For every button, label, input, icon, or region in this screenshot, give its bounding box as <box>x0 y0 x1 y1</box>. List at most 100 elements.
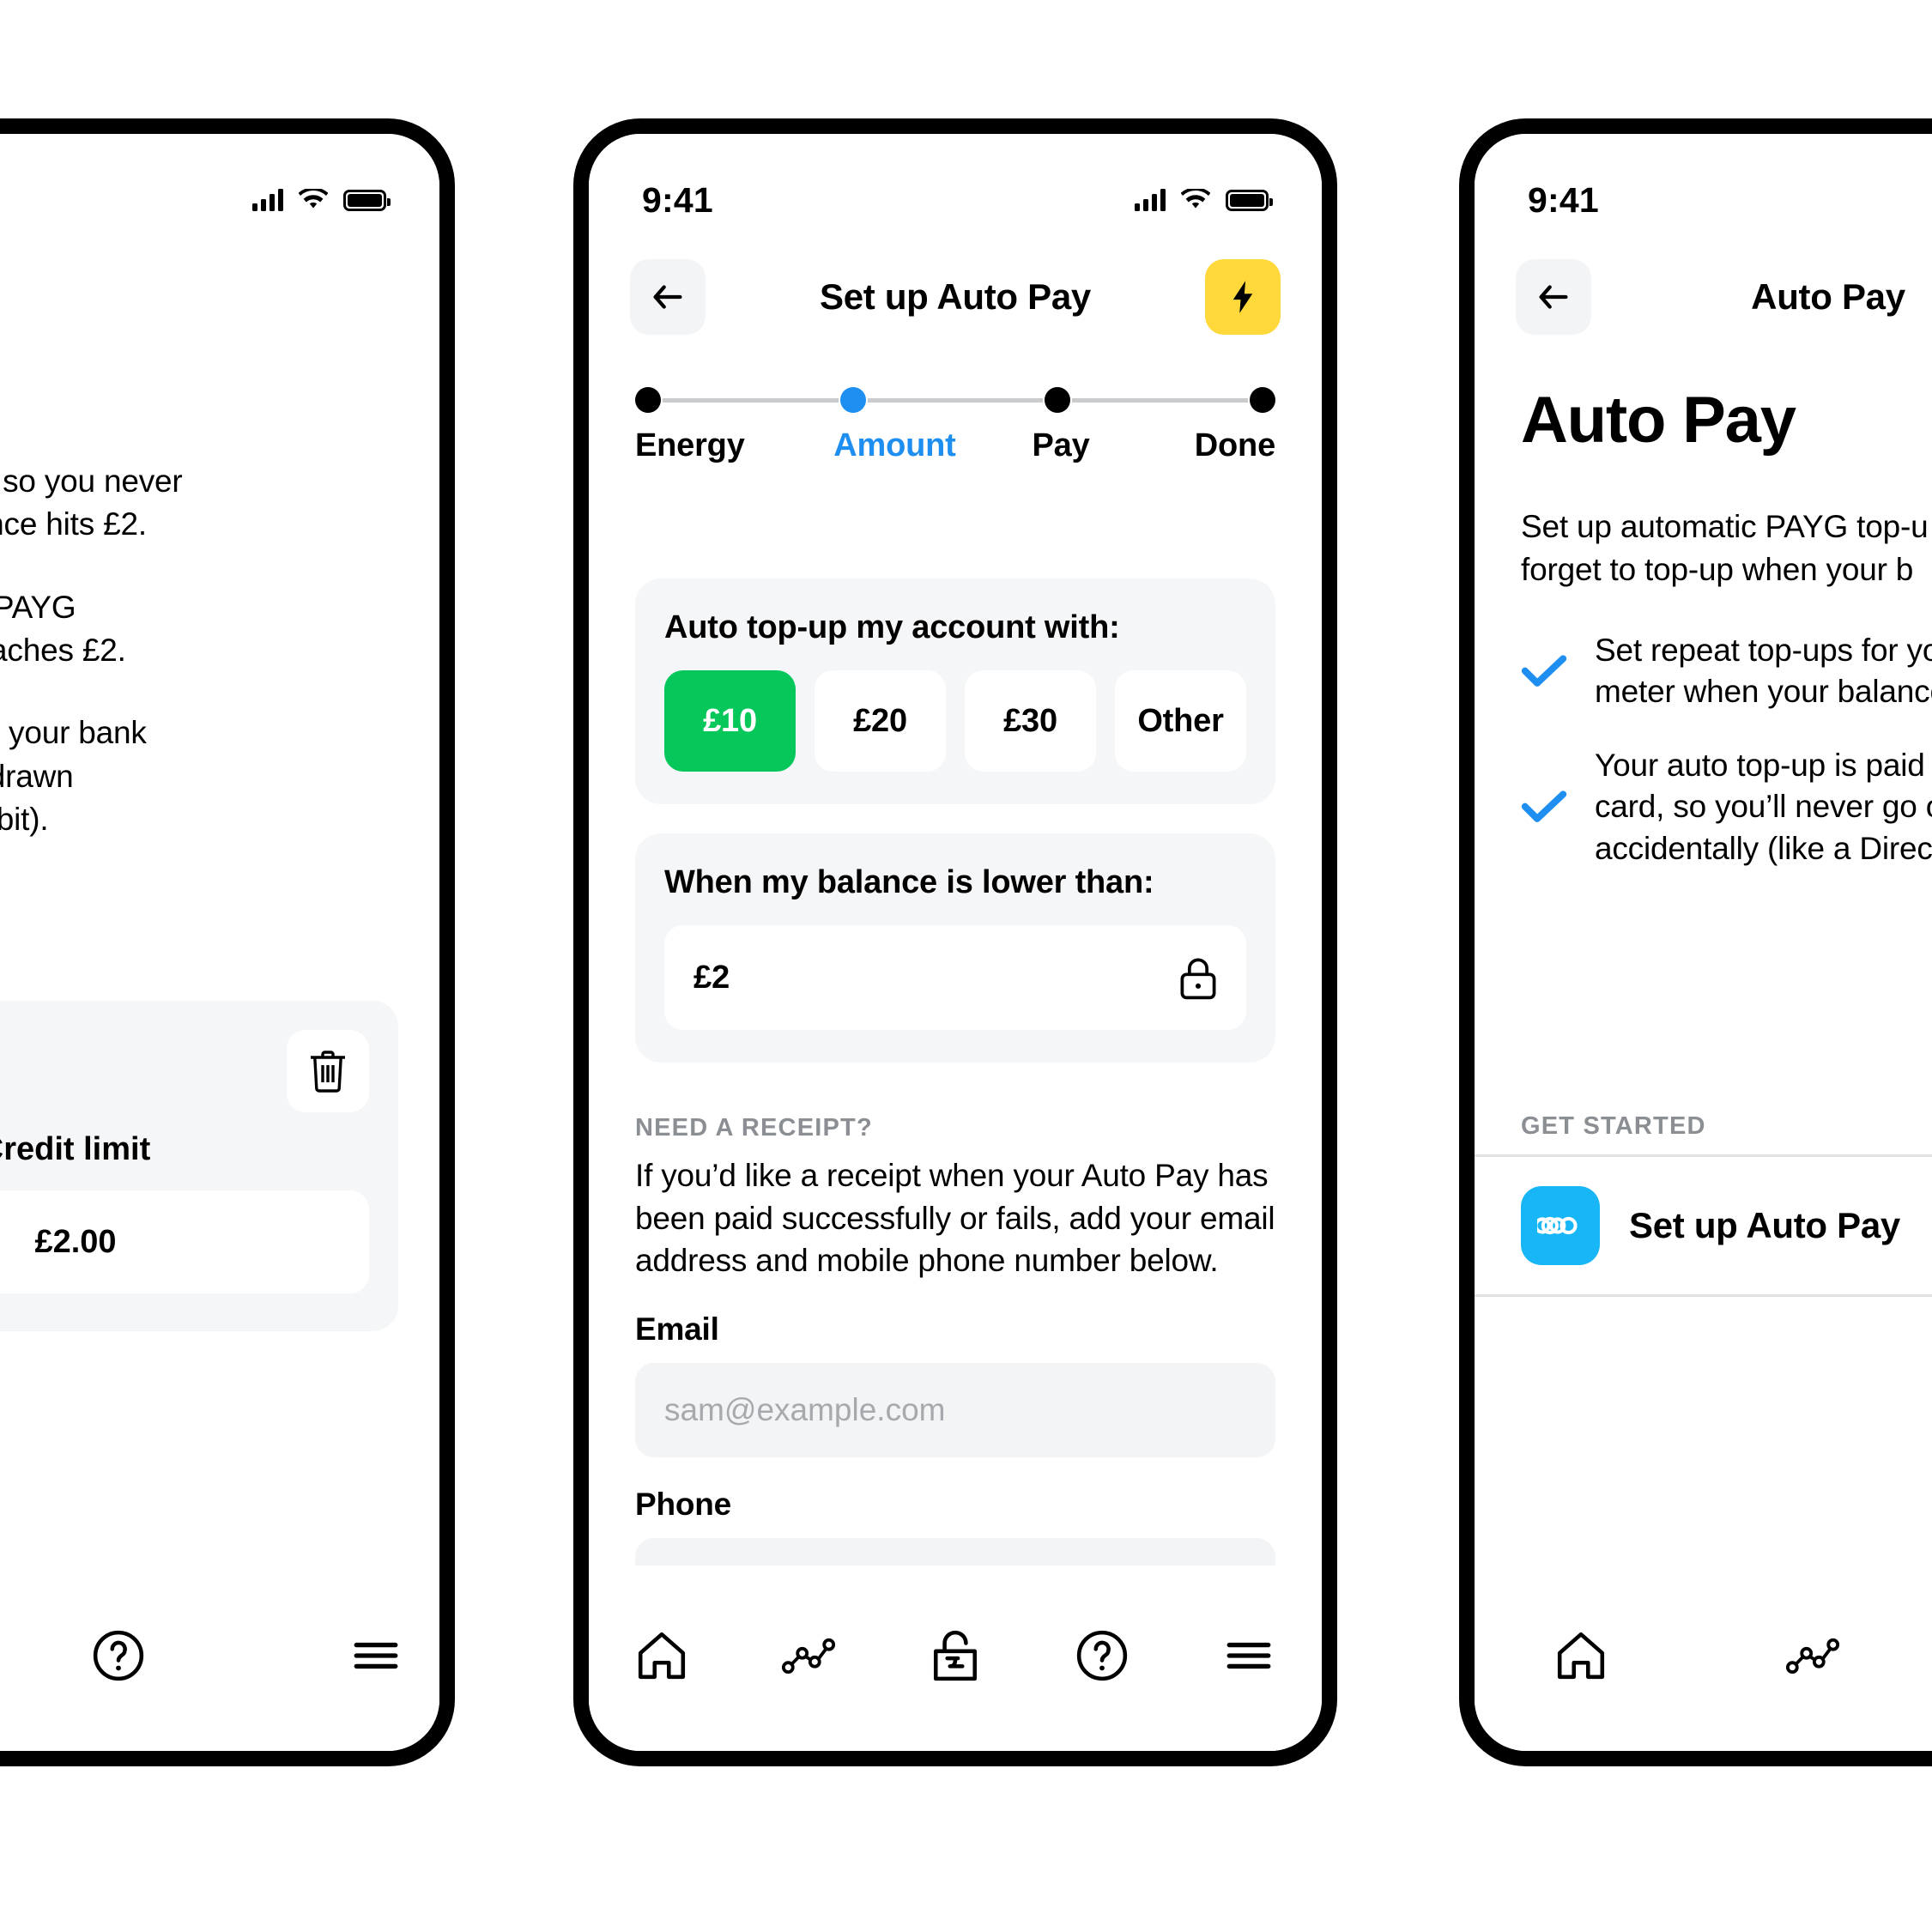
divider <box>1475 1294 1932 1297</box>
tab-home[interactable] <box>610 1617 713 1694</box>
page-heading: Auto Pay <box>1521 384 1796 457</box>
intro-copy: Set up automatic PAYG top-u forget to to… <box>1521 506 1932 591</box>
stepper-node-energy[interactable] <box>635 387 840 413</box>
intro-line-1: Set up automatic PAYG top-u <box>1521 509 1929 544</box>
usage-graph-icon <box>782 1638 836 1675</box>
benefit-line: meter when your balance <box>1595 674 1932 710</box>
lock-icon <box>1179 957 1217 1000</box>
tabbar-divider <box>589 1566 1322 1588</box>
tab-menu[interactable] <box>324 1617 427 1694</box>
paragraph-1-line-2: when your balance hits £2. <box>0 506 147 542</box>
status-icons <box>252 189 391 211</box>
pound-meter-icon <box>933 1630 977 1681</box>
battery-icon <box>1226 189 1273 211</box>
energy-action-button[interactable] <box>1205 259 1281 335</box>
bottom-tab-bar <box>0 1588 439 1751</box>
wifi-icon <box>1181 189 1210 211</box>
receipt-eyebrow: NEED A RECEIPT? <box>635 1114 873 1142</box>
stepper-labels: Energy Amount Pay Done <box>635 427 1275 464</box>
status-time: 9:41 <box>642 179 713 220</box>
right-hero: Auto Pay Set up automatic PAYG top-u for… <box>1475 383 1932 902</box>
get-started-section: GET STARTED Set up Auto Pay <box>1475 1102 1932 1297</box>
delete-button[interactable] <box>287 1030 369 1112</box>
benefit-item: Set repeat top-ups for yo meter when you… <box>1521 630 1932 712</box>
phone-left-screen: Auto Pay c PAYG top-ups so you never whe… <box>0 134 439 1751</box>
tab-home[interactable] <box>1529 1617 1632 1694</box>
benefit-line: Set repeat top-ups for yo <box>1595 633 1932 669</box>
nav-title: Set up Auto Pay <box>820 276 1091 317</box>
tab-help[interactable] <box>67 1617 170 1694</box>
credit-limit-value[interactable]: £2.00 <box>0 1190 369 1293</box>
step-label-amount: Amount <box>833 427 956 463</box>
battery-icon <box>343 189 391 211</box>
paragraph-2-line-2: your balance reaches £2. <box>0 632 126 668</box>
step-dot <box>635 387 661 413</box>
step-line <box>867 397 1044 403</box>
hamburger-menu-icon <box>354 1642 398 1669</box>
wifi-icon <box>299 189 328 211</box>
step-dot <box>839 387 866 413</box>
phone-label: Phone <box>635 1486 732 1522</box>
bottom-tab-bar <box>1475 1588 1932 1751</box>
tab-usage[interactable] <box>1761 1617 1864 1694</box>
balance-threshold-title: When my balance is lower than: <box>664 864 1154 900</box>
step-dot <box>1250 387 1276 413</box>
signal-bars-icon <box>1135 189 1166 211</box>
benefit-item: Your auto top-up is paid card, so you’ll… <box>1521 745 1932 869</box>
stepper-node-pay[interactable] <box>1045 387 1250 413</box>
left-body: c PAYG top-ups so you never when your ba… <box>0 460 439 881</box>
email-input[interactable] <box>635 1362 1275 1457</box>
step-dot <box>1045 387 1071 413</box>
check-icon <box>1521 789 1567 825</box>
balance-threshold-value: £2 <box>693 959 730 996</box>
screenshot-canvas: Auto Pay c PAYG top-ups so you never whe… <box>0 0 1932 1932</box>
usage-graph-icon <box>1786 1638 1839 1675</box>
benefit-text: Your auto top-up is paid card, so you’ll… <box>1595 745 1932 869</box>
intro-line-2: forget to top-up when your b <box>1521 551 1914 587</box>
status-bar: 9:41 <box>589 134 1322 237</box>
paragraph-1-line-1: c PAYG top-ups so you never <box>0 463 183 499</box>
tab-menu[interactable] <box>1197 1617 1300 1694</box>
amount-option-10[interactable]: £10 <box>664 670 796 772</box>
status-icons <box>1135 189 1273 211</box>
stepper-node-amount[interactable] <box>839 387 1045 413</box>
progress-stepper: Energy Amount Pay Done <box>589 383 1322 464</box>
list-item-set-up-auto-pay[interactable]: Set up Auto Pay <box>1475 1157 1932 1294</box>
hamburger-menu-icon <box>1226 1642 1270 1669</box>
home-icon <box>1557 1632 1605 1680</box>
step-label-pay: Pay <box>1032 427 1090 463</box>
phone-right: 9:41 Auto Pay Auto Pay Set up automatic … <box>1459 118 1932 1766</box>
phone-middle-screen: 9:41 Set up Auto Pay Energy Amount Pay D… <box>589 134 1322 1751</box>
paragraph-3-line-2: ll never go overdrawn <box>0 758 74 794</box>
tab-usage[interactable] <box>757 1617 860 1694</box>
nav-bar: Auto Pay <box>1475 237 1932 357</box>
paragraph-1: c PAYG top-ups so you never when your ba… <box>0 460 398 547</box>
check-icon <box>1521 653 1567 689</box>
balance-threshold-field[interactable]: £2 <box>664 925 1246 1030</box>
status-bar: 9:41 <box>1475 134 1932 237</box>
paragraph-3-line-3: (like a Direct Debit). <box>0 801 49 837</box>
credit-limit-row: £2.00 <box>0 1190 369 1293</box>
back-button[interactable] <box>1516 259 1591 335</box>
signal-bars-icon <box>252 189 283 211</box>
stepper-node-done[interactable] <box>1250 387 1276 413</box>
tab-help[interactable] <box>1051 1617 1154 1694</box>
receipt-section: NEED A RECEIPT? If you’d like a receipt … <box>589 1114 1322 1632</box>
trash-icon <box>311 1051 345 1093</box>
amount-option-30[interactable]: £30 <box>965 670 1096 772</box>
receipt-body: If you’d like a receipt when your Auto P… <box>635 1158 1275 1279</box>
nav-title: Auto Pay <box>1751 276 1905 317</box>
amount-option-20[interactable]: £20 <box>815 670 946 772</box>
lightning-bolt-icon <box>1232 281 1253 313</box>
stepper-track <box>635 383 1276 417</box>
email-label: Email <box>635 1311 719 1347</box>
step-label-energy: Energy <box>635 427 745 463</box>
phone-middle: 9:41 Set up Auto Pay Energy Amount Pay D… <box>573 118 1337 1766</box>
step-label-done: Done <box>1194 427 1275 463</box>
home-icon <box>639 1632 686 1680</box>
tab-balance[interactable] <box>904 1617 1007 1694</box>
infinity-icon <box>1521 1186 1600 1265</box>
amount-option-other[interactable]: Other <box>1115 670 1246 772</box>
back-button[interactable] <box>630 259 706 335</box>
step-line <box>1072 397 1249 403</box>
